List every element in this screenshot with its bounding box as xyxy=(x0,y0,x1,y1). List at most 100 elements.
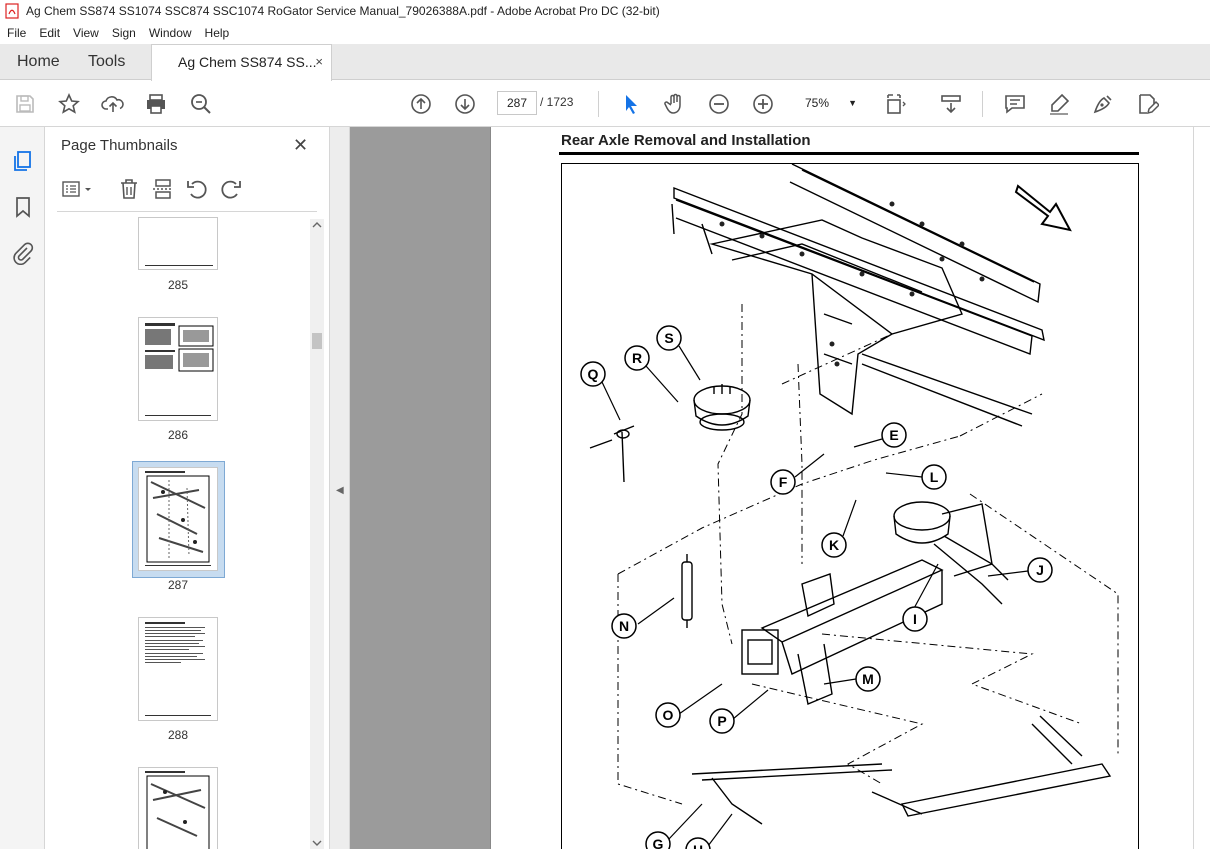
scrollbar-thumb[interactable] xyxy=(312,333,322,349)
window-title: Ag Chem SS874 SS1074 SSC874 SSC1074 RoGa… xyxy=(26,4,660,18)
callout-label: J xyxy=(1036,562,1044,578)
thumbnail-page[interactable] xyxy=(138,617,218,721)
print-icon[interactable] xyxy=(143,91,169,117)
menu-file[interactable]: File xyxy=(0,26,32,40)
panel-collapse-handle[interactable]: ◀ xyxy=(330,127,350,849)
rotate-right-icon[interactable] xyxy=(219,177,243,201)
callout-label: K xyxy=(829,537,839,553)
heading-rule xyxy=(559,152,1139,155)
callout-label: P xyxy=(717,713,726,729)
link-rod xyxy=(589,425,635,483)
thumbnail-page[interactable] xyxy=(138,767,218,849)
menu-bar: File Edit View Sign Window Help xyxy=(0,22,1210,44)
exploded-diagram: S R Q E F L K J N I M O P G H xyxy=(561,163,1139,849)
tab-document[interactable]: Ag Chem SS874 SS... × xyxy=(151,44,332,81)
panel-title: Page Thumbnails xyxy=(61,137,178,154)
highlight-icon[interactable] xyxy=(1046,91,1072,117)
save-icon[interactable] xyxy=(12,91,38,117)
thumbnail-content xyxy=(145,471,211,566)
menu-sign[interactable]: Sign xyxy=(105,26,142,40)
sign-icon[interactable] xyxy=(1090,91,1116,117)
page-number-input[interactable]: 287 xyxy=(497,91,537,115)
page-total: / 1723 xyxy=(540,95,574,109)
document-scrollbar[interactable] xyxy=(1193,127,1210,849)
callout-label: N xyxy=(619,618,629,634)
toolbar: 287 / 1723 75% ▼ xyxy=(0,81,1210,127)
toolbar-divider xyxy=(982,91,983,117)
tab-tools[interactable]: Tools xyxy=(88,44,125,80)
panel-divider xyxy=(57,211,317,212)
close-icon[interactable]: ✕ xyxy=(293,135,308,156)
zoom-select[interactable]: 75% ▼ xyxy=(795,91,863,115)
chevron-left-icon[interactable]: ◀ xyxy=(336,485,344,496)
navigation-rail xyxy=(0,127,45,849)
thumbnail-content xyxy=(145,622,211,716)
thumbnail-scrollbar[interactable] xyxy=(310,219,324,849)
menu-view[interactable]: View xyxy=(66,26,105,40)
hand-icon[interactable] xyxy=(662,91,688,117)
callout-label: F xyxy=(779,474,788,490)
zoom-out-icon[interactable] xyxy=(706,91,732,117)
comment-icon[interactable] xyxy=(1002,91,1028,117)
shock-absorber xyxy=(681,554,693,628)
zoom-in-icon[interactable] xyxy=(750,91,776,117)
thumbnail-page[interactable] xyxy=(138,317,218,421)
page-fit-icon[interactable] xyxy=(882,91,908,117)
callout-label: E xyxy=(889,427,898,443)
frame-bolts xyxy=(719,201,985,367)
document-canvas[interactable]: Rear Axle Removal and Installation S R Q… xyxy=(350,127,1210,849)
callout-label: O xyxy=(663,707,674,723)
thumbnail-content xyxy=(145,323,214,416)
air-spring-lower xyxy=(893,501,1009,605)
arrow-icon xyxy=(1014,184,1072,232)
callout-label: G xyxy=(653,836,664,849)
callout-label: M xyxy=(862,671,874,687)
callout-label: I xyxy=(913,611,917,627)
thumbnail-label: 288 xyxy=(167,728,189,742)
callout-label: L xyxy=(930,469,939,485)
rotate-left-icon[interactable] xyxy=(185,177,209,201)
bookmark-icon[interactable] xyxy=(11,195,35,219)
attachment-icon[interactable] xyxy=(11,241,35,265)
thumbnail-page[interactable] xyxy=(138,217,218,270)
chevron-down-icon[interactable] xyxy=(312,839,322,847)
thumbnail-label: 285 xyxy=(167,278,189,292)
callout-circles xyxy=(580,325,1053,849)
callout-label: S xyxy=(664,330,673,346)
options-menu-icon[interactable] xyxy=(61,177,95,201)
callout-label: Q xyxy=(588,366,599,382)
scroll-mode-icon[interactable] xyxy=(938,91,964,117)
thumbnail-page-selected[interactable] xyxy=(138,467,218,571)
thumbnail-label: 286 xyxy=(167,428,189,442)
tab-close-icon[interactable]: × xyxy=(315,45,323,79)
toolbar-divider xyxy=(598,91,599,117)
extract-pages-icon[interactable] xyxy=(151,177,175,201)
edit-icon[interactable] xyxy=(1134,91,1160,117)
menu-window[interactable]: Window xyxy=(142,26,198,40)
page-down-icon[interactable] xyxy=(452,91,478,117)
star-icon[interactable] xyxy=(56,91,82,117)
thumbnails-panel: Page Thumbnails ✕ 285 286 287 288 xyxy=(45,127,330,849)
thumbnail-content xyxy=(145,771,210,849)
menu-help[interactable]: Help xyxy=(198,26,236,40)
tab-home[interactable]: Home xyxy=(17,44,60,80)
tab-document-label: Ag Chem SS874 SS... xyxy=(178,54,317,70)
menu-edit[interactable]: Edit xyxy=(32,26,66,40)
search-zoom-icon[interactable] xyxy=(188,91,214,117)
panel-toolbar xyxy=(57,175,319,205)
delete-icon[interactable] xyxy=(117,177,141,201)
page-thumbnails-icon[interactable] xyxy=(11,149,35,173)
assembly-guide-lines xyxy=(617,304,1119,805)
tab-bar: Home Tools Ag Chem SS874 SS... × xyxy=(0,44,1210,81)
page-heading: Rear Axle Removal and Installation xyxy=(561,132,811,149)
chevron-down-icon: ▼ xyxy=(848,98,857,108)
lower-arms xyxy=(691,715,1112,825)
page-up-icon[interactable] xyxy=(408,91,434,117)
cursor-icon[interactable] xyxy=(618,91,644,117)
rear-axle-exploded-view: S R Q E F L K J N I M O P G H xyxy=(580,163,1119,849)
title-bar: Ag Chem SS874 SS1074 SSC874 SSC1074 RoGa… xyxy=(0,0,1210,22)
thumbnail-list: 285 286 287 288 xyxy=(57,217,309,849)
chevron-up-icon[interactable] xyxy=(312,221,322,229)
leader-lines xyxy=(601,345,1029,847)
upload-icon[interactable] xyxy=(100,91,126,117)
